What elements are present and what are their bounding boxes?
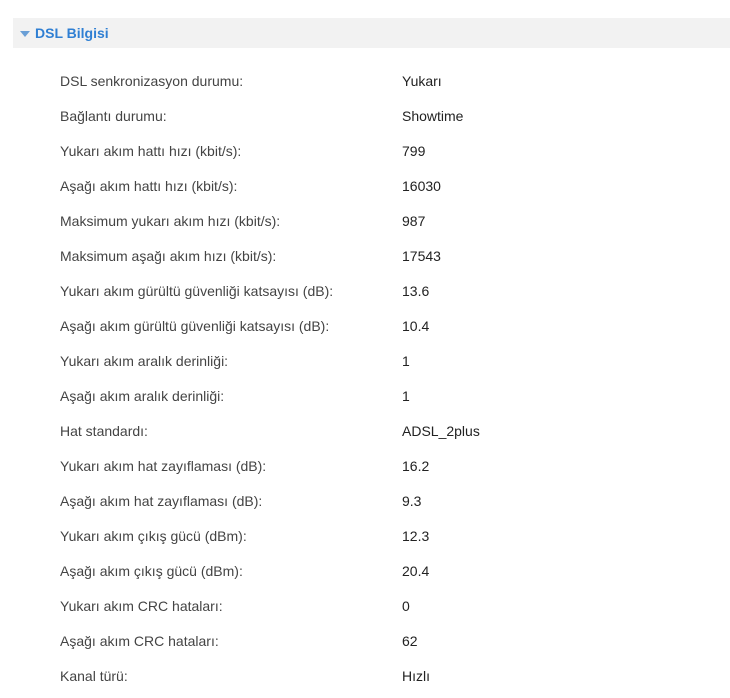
info-value: 16030 <box>402 178 441 194</box>
info-label: Yukarı akım gürültü güvenliği katsayısı … <box>60 283 334 299</box>
info-row-upstream-output-power: Yukarı akım çıkış gücü (dBm): 12.3 <box>0 518 730 553</box>
info-row-upstream-interleave-depth: Yukarı akım aralık derinliği: 1 <box>0 343 730 378</box>
info-row-max-downstream-rate: Maksimum aşağı akım hızı (kbit/s): 17543 <box>0 238 730 273</box>
info-label: Aşağı akım hat zayıflaması (dB): <box>60 493 263 509</box>
info-value: 13.6 <box>402 283 430 299</box>
info-label: Aşağı akım hattı hızı (kbit/s): <box>60 178 238 194</box>
info-value: 20.4 <box>402 563 430 579</box>
info-row-downstream-attenuation: Aşağı akım hat zayıflaması (dB): 9.3 <box>0 483 730 518</box>
info-row-upstream-line-rate: Yukarı akım hattı hızı (kbit/s): 799 <box>0 133 730 168</box>
info-value: ADSL_2plus <box>402 423 480 439</box>
info-value: 987 <box>402 213 426 229</box>
info-label: Bağlantı durumu: <box>60 108 167 124</box>
info-label: Yukarı akım hat zayıflaması (dB): <box>60 458 267 474</box>
info-label: Yukarı akım hattı hızı (kbit/s): <box>60 143 242 159</box>
info-label: Aşağı akım aralık derinliği: <box>60 388 225 404</box>
info-row-upstream-noise-margin: Yukarı akım gürültü güvenliği katsayısı … <box>0 273 730 308</box>
info-value: 62 <box>402 633 418 649</box>
info-value: 10.4 <box>402 318 430 334</box>
info-label: Aşağı akım CRC hataları: <box>60 633 219 649</box>
info-value: 17543 <box>402 248 441 264</box>
info-row-line-standard: Hat standardı: ADSL_2plus <box>0 413 730 448</box>
info-row-channel-type: Kanal türü: Hızlı <box>0 658 730 693</box>
info-value: 1 <box>402 388 410 404</box>
info-label: Yukarı akım çıkış gücü (dBm): <box>60 528 247 544</box>
info-row-downstream-line-rate: Aşağı akım hattı hızı (kbit/s): 16030 <box>0 168 730 203</box>
triangle-down-icon[interactable] <box>20 31 30 37</box>
info-label: Aşağı akım çıkış gücü (dBm): <box>60 563 243 579</box>
info-value: Showtime <box>402 108 464 124</box>
info-label: Kanal türü: <box>60 668 128 684</box>
info-label: Hat standardı: <box>60 423 148 439</box>
info-row-upstream-attenuation: Yukarı akım hat zayıflaması (dB): 16.2 <box>0 448 730 483</box>
info-value: 12.3 <box>402 528 430 544</box>
info-row-connection-status: Bağlantı durumu: Showtime <box>0 98 730 133</box>
info-row-downstream-crc-errors: Aşağı akım CRC hataları: 62 <box>0 623 730 658</box>
section-title: DSL Bilgisi <box>35 25 109 41</box>
info-value: 0 <box>402 598 410 614</box>
info-value: 9.3 <box>402 493 422 509</box>
info-row-downstream-interleave-depth: Aşağı akım aralık derinliği: 1 <box>0 378 730 413</box>
info-row-downstream-noise-margin: Aşağı akım gürültü güvenliği katsayısı (… <box>0 308 730 343</box>
info-label: Maksimum yukarı akım hızı (kbit/s): <box>60 213 281 229</box>
dsl-info-section-header[interactable]: DSL Bilgisi <box>13 18 730 48</box>
info-label: Maksimum aşağı akım hızı (kbit/s): <box>60 248 277 264</box>
info-value: 1 <box>402 353 410 369</box>
info-value: Yukarı <box>402 73 442 89</box>
info-label: DSL senkronizasyon durumu: <box>60 73 244 89</box>
info-label: Aşağı akım gürültü güvenliği katsayısı (… <box>60 318 330 334</box>
info-row-max-upstream-rate: Maksimum yukarı akım hızı (kbit/s): 987 <box>0 203 730 238</box>
info-label: Yukarı akım CRC hataları: <box>60 598 223 614</box>
info-label: Yukarı akım aralık derinliği: <box>60 353 229 369</box>
dsl-info-table: DSL senkronizasyon durumu: Yukarı Bağlan… <box>0 63 730 693</box>
info-value: 799 <box>402 143 426 159</box>
info-row-downstream-output-power: Aşağı akım çıkış gücü (dBm): 20.4 <box>0 553 730 588</box>
info-value: 16.2 <box>402 458 430 474</box>
info-value: Hızlı <box>402 668 430 684</box>
info-row-dsl-sync-status: DSL senkronizasyon durumu: Yukarı <box>0 63 730 98</box>
info-row-upstream-crc-errors: Yukarı akım CRC hataları: 0 <box>0 588 730 623</box>
